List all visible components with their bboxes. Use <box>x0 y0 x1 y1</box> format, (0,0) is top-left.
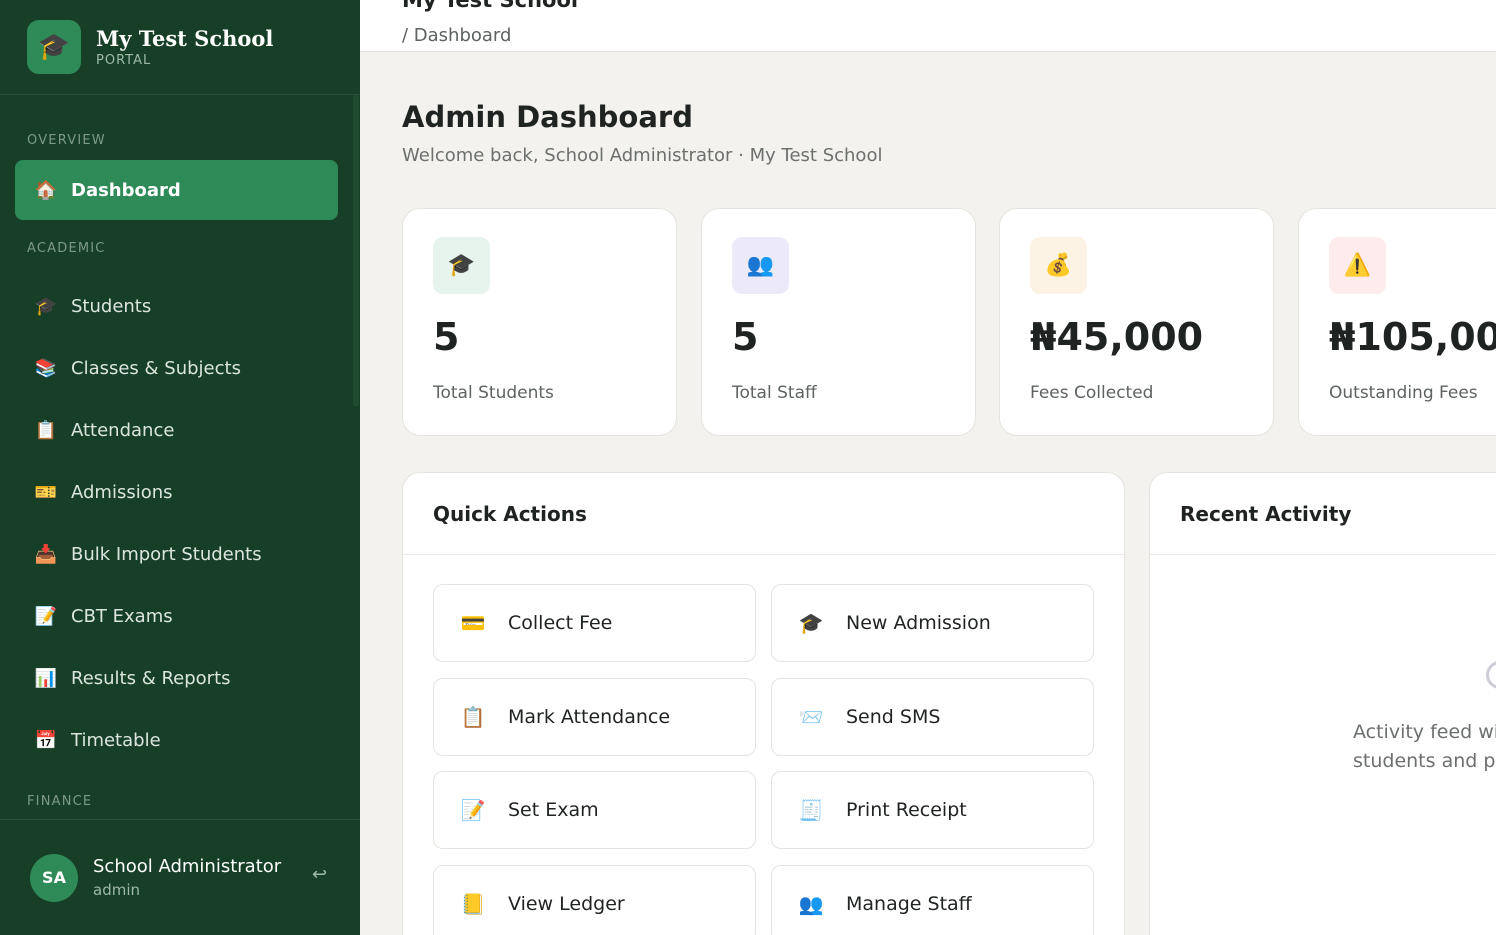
clock-icon <box>1486 661 1496 689</box>
section-label-finance: FINANCE <box>27 794 93 809</box>
stat-card-total-staff[interactable]: 👥 5 Total Staff <box>701 208 976 436</box>
user-name: School Administrator <box>93 856 282 877</box>
memo-icon: 📝 <box>460 798 486 822</box>
recent-activity-title: Recent Activity <box>1150 473 1496 555</box>
brand-name: My Test School <box>96 25 274 51</box>
sidebar-item-cbt-exams[interactable]: 📝 CBT Exams <box>15 586 338 646</box>
quick-actions-title: Quick Actions <box>403 473 1124 555</box>
logout-icon[interactable]: ↩ <box>312 864 327 885</box>
sidebar-item-timetable[interactable]: 📅 Timetable <box>15 710 338 770</box>
print-receipt-button[interactable]: 🧾 Print Receipt <box>771 771 1094 849</box>
calendar-icon: 📅 <box>34 729 58 751</box>
breadcrumb: / Dashboard <box>402 25 512 46</box>
ledger-icon: 📒 <box>460 892 486 916</box>
brand-header[interactable]: 🎓 My Test School PORTAL <box>0 0 360 95</box>
sidebar-item-classes-subjects[interactable]: 📚 Classes & Subjects <box>15 338 338 398</box>
books-icon: 📚 <box>34 357 58 379</box>
stat-card-fees-collected[interactable]: 💰 ₦45,000 Fees Collected <box>999 208 1274 436</box>
warning-icon: ⚠️ <box>1329 237 1386 294</box>
sidebar-item-results-reports[interactable]: 📊 Results & Reports <box>15 648 338 708</box>
sidebar-item-label: Students <box>71 295 152 317</box>
receipt-icon: 🧾 <box>798 798 824 822</box>
graduation-cap-icon: 🎓 <box>433 237 490 294</box>
sidebar-item-label: CBT Exams <box>71 605 173 627</box>
manage-staff-button[interactable]: 👥 Manage Staff <box>771 865 1094 935</box>
send-sms-button[interactable]: 📨 Send SMS <box>771 678 1094 756</box>
sidebar-item-label: Dashboard <box>71 179 181 201</box>
section-label-overview: OVERVIEW <box>27 133 106 148</box>
people-icon: 👥 <box>732 237 789 294</box>
button-label: Print Receipt <box>846 799 967 821</box>
money-bag-icon: 💰 <box>1030 237 1087 294</box>
stat-card-total-students[interactable]: 🎓 5 Total Students <box>402 208 677 436</box>
sidebar-item-admissions[interactable]: 🎫 Admissions <box>15 462 338 522</box>
button-label: View Ledger <box>508 893 625 915</box>
bar-chart-icon: 📊 <box>34 667 58 689</box>
brand-subtitle: PORTAL <box>96 52 152 68</box>
house-icon: 🏠 <box>34 179 58 201</box>
user-role: admin <box>93 881 140 899</box>
user-panel: SA School Administrator admin ↩ <box>0 819 360 935</box>
new-admission-button[interactable]: 🎓 New Admission <box>771 584 1094 662</box>
stat-label: Total Staff <box>732 383 817 403</box>
set-exam-button[interactable]: 📝 Set Exam <box>433 771 756 849</box>
sidebar-item-dashboard[interactable]: 🏠 Dashboard <box>15 160 338 220</box>
sidebar-item-label: Admissions <box>71 481 173 503</box>
people-icon: 👥 <box>798 892 824 916</box>
sidebar-nav: OVERVIEW 🏠 Dashboard ACADEMIC 🎓 Students… <box>0 95 360 812</box>
section-label-academic: ACADEMIC <box>27 241 106 256</box>
collect-fee-button[interactable]: 💳 Collect Fee <box>433 584 756 662</box>
page-subtitle: Welcome back, School Administrator · My … <box>402 145 883 166</box>
stat-label: Fees Collected <box>1030 383 1154 403</box>
clipboard-icon: 📋 <box>460 705 486 729</box>
button-label: Set Exam <box>508 799 599 821</box>
graduation-cap-icon: 🎓 <box>34 295 58 317</box>
stat-card-outstanding-fees[interactable]: ⚠️ ₦105,000 Outstanding Fees <box>1298 208 1496 436</box>
graduation-cap-icon: 🎓 <box>798 611 824 635</box>
ticket-icon: 🎫 <box>34 481 58 503</box>
stat-label: Outstanding Fees <box>1329 383 1478 403</box>
sidebar-item-label: Attendance <box>71 419 175 441</box>
sidebar-item-bulk-import[interactable]: 📥 Bulk Import Students <box>15 524 338 584</box>
topbar-title: My Test School <box>402 0 579 12</box>
view-ledger-button[interactable]: 📒 View Ledger <box>433 865 756 935</box>
sidebar-item-students[interactable]: 🎓 Students <box>15 276 338 336</box>
empty-state-line: Activity feed will <box>1353 721 1496 743</box>
credit-card-icon: 💳 <box>460 611 486 635</box>
recent-activity-panel: Recent Activity Activity feed will stude… <box>1149 472 1496 935</box>
button-label: Mark Attendance <box>508 706 671 728</box>
mark-attendance-button[interactable]: 📋 Mark Attendance <box>433 678 756 756</box>
quick-actions-panel: Quick Actions 💳 Collect Fee 🎓 New Admiss… <box>402 472 1125 935</box>
stat-value: 5 <box>732 315 759 359</box>
page-title: Admin Dashboard <box>402 100 693 134</box>
memo-icon: 📝 <box>34 605 58 627</box>
clipboard-icon: 📋 <box>34 419 58 441</box>
sidebar-scrollbar[interactable] <box>353 95 359 407</box>
button-label: Collect Fee <box>508 612 613 634</box>
sidebar-item-label: Results & Reports <box>71 667 231 689</box>
sidebar-item-attendance[interactable]: 📋 Attendance <box>15 400 338 460</box>
stat-label: Total Students <box>433 383 554 403</box>
button-label: Manage Staff <box>846 893 972 915</box>
sidebar-item-label: Bulk Import Students <box>71 543 262 565</box>
stat-value: ₦105,000 <box>1329 315 1496 359</box>
sidebar: 🎓 My Test School PORTAL OVERVIEW 🏠 Dashb… <box>0 0 360 935</box>
empty-state-line: students and pa <box>1353 750 1496 772</box>
graduation-cap-icon: 🎓 <box>27 20 81 74</box>
stat-value: ₦45,000 <box>1030 315 1204 359</box>
inbox-tray-icon: 📥 <box>34 543 58 565</box>
envelope-icon: 📨 <box>798 705 824 729</box>
sidebar-item-label: Timetable <box>71 729 161 751</box>
sidebar-item-label: Classes & Subjects <box>71 357 241 379</box>
button-label: Send SMS <box>846 706 941 728</box>
button-label: New Admission <box>846 612 991 634</box>
avatar[interactable]: SA <box>30 853 78 902</box>
empty-state-text: Activity feed will students and pa <box>1353 718 1496 776</box>
topbar: My Test School / Dashboard <box>360 0 1496 52</box>
stat-value: 5 <box>433 315 460 359</box>
